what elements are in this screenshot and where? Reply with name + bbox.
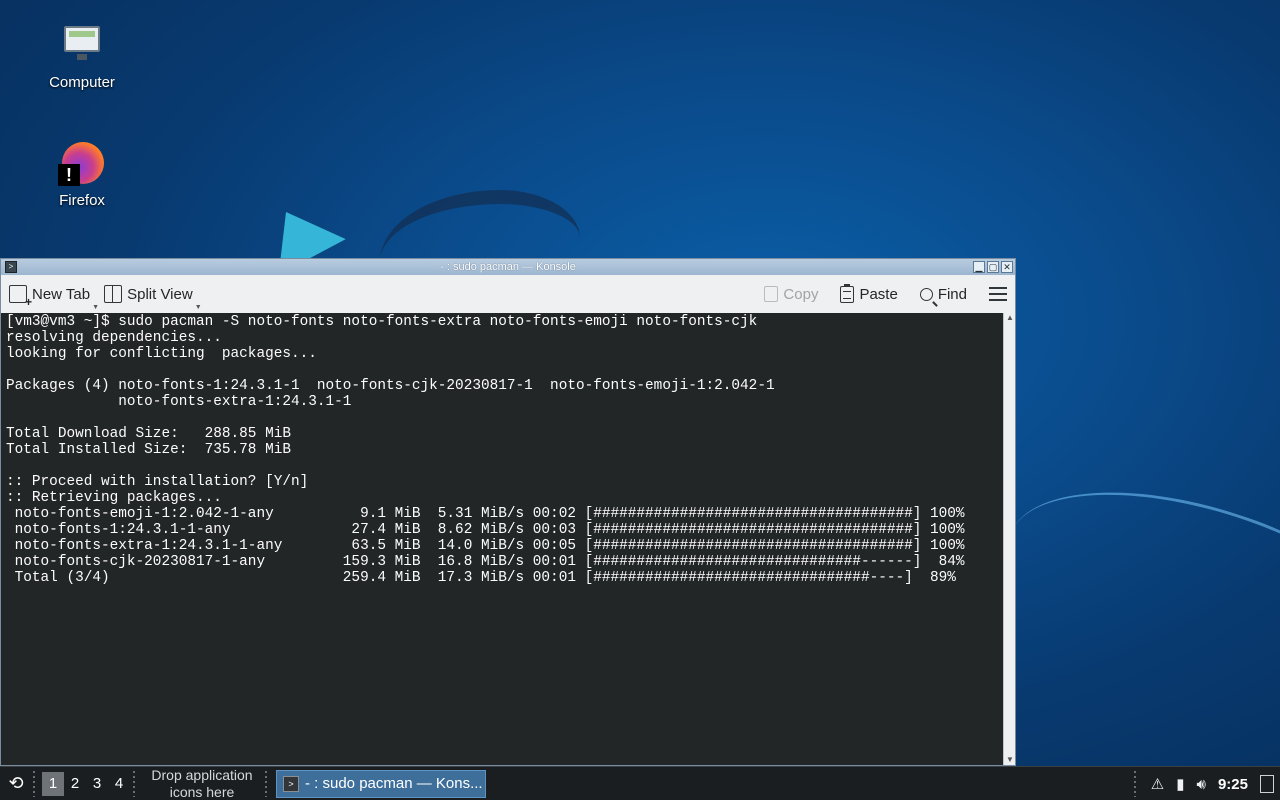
new-tab-button[interactable]: New Tab ▼ <box>9 285 99 311</box>
new-tab-icon <box>9 285 32 309</box>
dropdown-arrow-icon[interactable]: ▼ <box>195 304 202 311</box>
desktop-4-button[interactable]: 4 <box>108 772 130 796</box>
scroll-up-icon[interactable]: ▲ <box>1004 313 1016 323</box>
search-icon <box>919 287 933 301</box>
desktop-icon-firefox[interactable]: ! Firefox <box>32 140 132 209</box>
find-label: Find <box>937 285 967 303</box>
close-button[interactable]: ✕ <box>1001 261 1013 273</box>
copy-icon <box>764 286 779 302</box>
desktop-3-button[interactable]: 3 <box>86 772 108 796</box>
task-konsole[interactable]: > - : sudo pacman — Kons... <box>276 769 486 798</box>
taskbar-separator <box>265 770 267 797</box>
firefox-icon: ! <box>58 140 106 188</box>
terminal-output[interactable]: [vm3@vm3 ~]$ sudo pacman -S noto-fonts n… <box>1 313 1003 765</box>
system-tray: ⚠ ▮ 🔊︎ 9:25 <box>1131 767 1280 800</box>
paste-button[interactable]: Paste <box>840 283 898 303</box>
show-desktop-icon[interactable] <box>1260 775 1274 793</box>
removable-device-icon[interactable]: ▮ <box>1176 775 1184 793</box>
split-view-icon <box>104 285 123 303</box>
window-title: - : sudo pacman — Konsole <box>440 261 576 273</box>
task-label: - : sudo pacman — Kons... <box>305 775 483 792</box>
taskbar: ⟲ 1 2 3 4 Drop application icons here > … <box>0 766 1280 800</box>
find-button[interactable]: Find <box>919 285 967 303</box>
desktop-2-button[interactable]: 2 <box>64 772 86 796</box>
terminal-scrollbar[interactable]: ▲ ▼ <box>1003 313 1015 765</box>
copy-button[interactable]: Copy <box>764 286 818 303</box>
minimize-button[interactable]: ▁ <box>973 261 985 273</box>
computer-icon <box>58 22 106 70</box>
desktop-icon-label: Firefox <box>59 192 105 209</box>
konsole-toolbar: New Tab ▼ Split View ▼ Copy Paste Find <box>1 275 1015 313</box>
quicklaunch-placeholder: Drop application icons here <box>151 766 253 800</box>
warning-icon[interactable]: ⚠ <box>1151 775 1164 793</box>
warning-badge-icon: ! <box>58 164 80 186</box>
wallpaper-streak <box>982 449 1280 751</box>
taskbar-separator <box>33 770 35 797</box>
desktop-1-button[interactable]: 1 <box>42 771 64 796</box>
hamburger-menu-button[interactable] <box>989 287 1007 301</box>
taskbar-separator <box>1133 771 1136 797</box>
window-titlebar[interactable]: > - : sudo pacman — Konsole ▁ ▢ ✕ <box>1 259 1015 275</box>
hamburger-menu-icon <box>989 287 1007 301</box>
desktop-pager: 1 2 3 4 <box>42 771 130 796</box>
copy-label: Copy <box>783 285 819 303</box>
desktop-icon-label: Computer <box>49 74 115 91</box>
paste-icon <box>840 283 855 303</box>
konsole-window: > - : sudo pacman — Konsole ▁ ▢ ✕ New Ta… <box>0 258 1016 766</box>
split-view-button[interactable]: Split View ▼ <box>104 285 202 311</box>
scroll-down-icon[interactable]: ▼ <box>1004 755 1016 765</box>
terminal-icon: > <box>283 775 299 792</box>
clock[interactable]: 9:25 <box>1218 776 1248 793</box>
new-tab-label: New Tab <box>32 285 91 303</box>
maximize-button[interactable]: ▢ <box>987 261 999 273</box>
split-view-label: Split View <box>127 285 193 303</box>
taskbar-separator <box>133 770 135 797</box>
terminal-text: [vm3@vm3 ~]$ sudo pacman -S noto-fonts n… <box>6 314 965 586</box>
paste-label: Paste <box>859 285 898 303</box>
application-menu-icon[interactable]: ⟲ <box>2 770 30 798</box>
dropdown-arrow-icon[interactable]: ▼ <box>92 304 99 311</box>
volume-icon[interactable]: 🔊︎ <box>1197 776 1206 793</box>
desktop-icon-computer[interactable]: Computer <box>32 22 132 91</box>
